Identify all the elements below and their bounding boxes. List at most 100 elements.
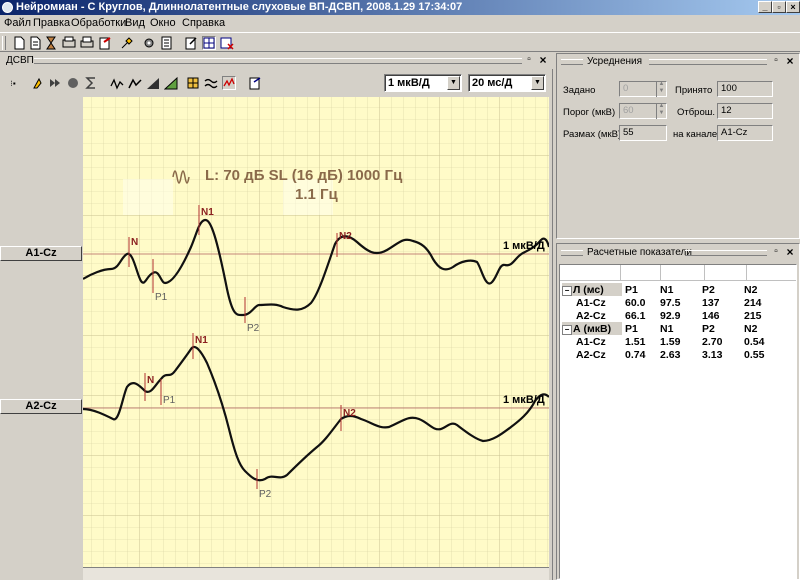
results-panel-close-icon[interactable]: ×: [785, 245, 795, 259]
marker-n2-a1[interactable]: N2: [339, 231, 352, 242]
rejected-label: Отброш.: [677, 107, 716, 118]
cell: 92.9: [660, 309, 681, 322]
amplitude-scale-value: 1 мкВ/Д: [388, 77, 430, 89]
channel-label-a1-cz[interactable]: A1-Cz: [0, 246, 82, 261]
table-row: A2-Cz 0.74 2.63 3.13 0.55: [562, 348, 794, 361]
forward-icon[interactable]: [48, 76, 62, 90]
print-preview-icon[interactable]: [62, 36, 76, 50]
cell: 0.55: [744, 348, 765, 361]
marker-n-a2[interactable]: N: [147, 375, 154, 386]
cell: 1.59: [660, 335, 681, 348]
dsvp-panel: ДСВП ▫ × ⁝▪ 1 мкВ/Д ▼ 20 мс/Д ▼ A1-Cz A2…: [0, 53, 553, 580]
record-icon[interactable]: [66, 76, 80, 90]
chevron-down-icon[interactable]: ▼: [531, 76, 544, 90]
channel-label: на канале: [673, 129, 718, 140]
menu-file[interactable]: Файл: [4, 17, 31, 29]
menu-window[interactable]: Окно: [150, 17, 176, 29]
menu-help[interactable]: Справка: [182, 17, 225, 29]
threshold-label: Порог (мкВ): [563, 107, 616, 118]
channel-label-a2-cz[interactable]: A2-Cz: [0, 399, 82, 414]
close-window-icon[interactable]: [220, 36, 234, 50]
table-row: A1-Cz 1.51 1.59 2.70 0.54: [562, 335, 794, 348]
dsvp-panel-close-icon[interactable]: ×: [538, 53, 548, 67]
settings-icon[interactable]: [142, 36, 156, 50]
marker-p2-a2[interactable]: P2: [259, 489, 272, 500]
channel-value: A1-Cz: [721, 127, 748, 138]
averaging-panel-restore-icon[interactable]: ▫: [771, 55, 781, 66]
marker-p2-a1[interactable]: P2: [247, 323, 260, 334]
results-panel-header: Расчетные показатели ▫ ×: [557, 244, 799, 262]
waveform-icon[interactable]: [110, 76, 124, 90]
marker-n-a1[interactable]: N: [131, 237, 138, 248]
sigma-icon[interactable]: [84, 76, 98, 90]
accepted-field: 100: [717, 81, 773, 97]
threshold-field: 60 ▲ ▼: [619, 103, 667, 119]
artifact-reject-icon[interactable]: [222, 76, 236, 90]
averaging-panel-header: Усреднения ▫ ×: [557, 54, 799, 70]
app-icon: [2, 2, 13, 13]
menu-view[interactable]: Вид: [125, 17, 145, 29]
area-icon[interactable]: [163, 76, 178, 90]
filter-icon[interactable]: [186, 76, 200, 90]
latency-group-toggle[interactable]: − Л (мс): [562, 283, 622, 296]
cell: 60.0: [625, 296, 646, 309]
averaging-panel-close-icon[interactable]: ×: [785, 54, 795, 68]
open-document-icon[interactable]: [28, 36, 42, 50]
export-icon[interactable]: [98, 36, 112, 50]
menu-processing[interactable]: Обработки: [71, 17, 126, 29]
hourglass-icon[interactable]: [44, 36, 58, 50]
marker-n2-a2[interactable]: N2: [343, 408, 356, 419]
amplitude-header-n2: N2: [744, 322, 758, 335]
marker-p1-a1[interactable]: P1: [155, 292, 168, 303]
given-spinner-icon: ▲ ▼: [656, 81, 666, 97]
range-label: Размах (мкВ): [563, 129, 622, 140]
latency-header-label: Л (мс): [573, 283, 604, 296]
restore-button[interactable]: ▫: [772, 1, 786, 13]
marker-p1-a2[interactable]: P1: [163, 395, 176, 406]
table-row: A1-Cz 60.0 97.5 137 214: [562, 296, 794, 309]
horizontal-scrollbar[interactable]: [83, 567, 549, 580]
tile-windows-icon[interactable]: [202, 36, 216, 50]
cell: 97.5: [660, 296, 681, 309]
edit-document-icon[interactable]: [184, 36, 198, 50]
cell: 137: [702, 296, 720, 309]
close-button[interactable]: ×: [786, 1, 800, 13]
amplitude-header-n1: N1: [660, 322, 674, 335]
menu-edit[interactable]: Правка: [33, 17, 70, 29]
waveform-plot[interactable]: L: 70 дБ SL (16 дБ) 1000 Гц 1.1 Гц 1 мкВ…: [83, 97, 549, 567]
collapse-icon[interactable]: −: [562, 285, 572, 296]
marker-n1-a2[interactable]: N1: [195, 335, 208, 346]
export-panel-icon[interactable]: [248, 76, 262, 90]
minimize-button[interactable]: _: [758, 1, 772, 13]
given-field: 0 ▲ ▼: [619, 81, 667, 97]
amplitude-header-p2: P2: [702, 322, 715, 335]
amplitude-group-toggle[interactable]: − А (мкВ): [562, 322, 622, 335]
new-document-icon[interactable]: [12, 36, 26, 50]
rejected-value: 12: [721, 105, 732, 116]
time-scale-select[interactable]: 20 мс/Д ▼: [468, 74, 546, 92]
cell: 214: [744, 296, 762, 309]
menu-bar: Файл Правка Обработки Вид Окно Справка: [0, 15, 800, 32]
row-channel: A2-Cz: [576, 309, 606, 322]
dsvp-panel-restore-icon[interactable]: ▫: [524, 54, 534, 65]
amplitude-scale-select[interactable]: 1 мкВ/Д ▼: [384, 74, 462, 92]
tools-icon[interactable]: [120, 36, 134, 50]
latency-header-n2: N2: [744, 283, 758, 296]
list-icon[interactable]: ⁝▪: [6, 77, 20, 91]
results-grid-header: [560, 265, 796, 281]
cell: 2.63: [660, 348, 681, 361]
cell: 66.1: [625, 309, 646, 322]
peak-up-icon[interactable]: [128, 76, 142, 90]
results-panel-restore-icon[interactable]: ▫: [771, 246, 781, 257]
marker-n1-a1[interactable]: N1: [201, 207, 214, 218]
cell: 3.13: [702, 348, 723, 361]
smooth-icon[interactable]: [204, 76, 218, 90]
cell: 2.70: [702, 335, 723, 348]
report-icon[interactable]: [160, 36, 174, 50]
collapse-icon[interactable]: −: [562, 324, 572, 335]
chevron-down-icon[interactable]: ▼: [447, 76, 460, 90]
marker-icon[interactable]: [30, 76, 44, 90]
latency-header-p2: P2: [702, 283, 715, 296]
print-icon[interactable]: [80, 36, 94, 50]
ramp-icon[interactable]: [146, 76, 160, 90]
